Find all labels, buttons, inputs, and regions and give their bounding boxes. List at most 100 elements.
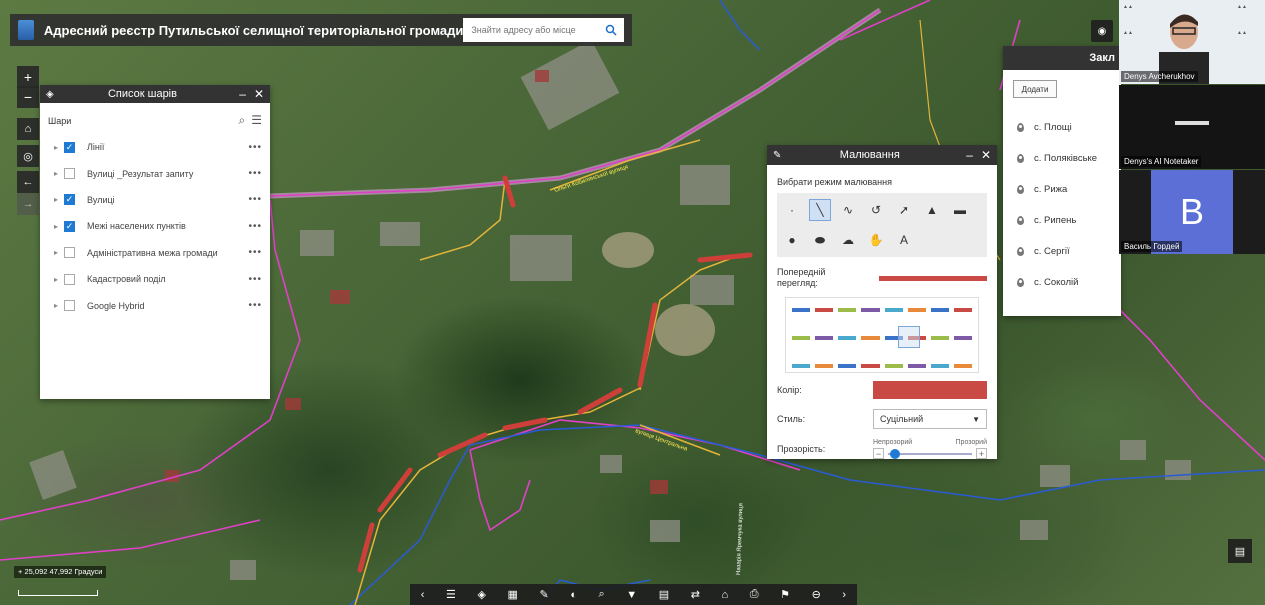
swatch[interactable] <box>792 336 811 340</box>
search-icon[interactable]: ⌕ <box>599 588 605 601</box>
layer-checkbox[interactable] <box>64 273 75 285</box>
triangle-mode-icon[interactable]: ▲ <box>921 199 943 221</box>
freehand-mode-icon[interactable]: ↺ <box>865 199 887 221</box>
layer-checkbox[interactable] <box>64 247 75 259</box>
close-button[interactable]: ✕ <box>981 148 991 162</box>
grid-icon[interactable]: ▦ <box>508 588 518 601</box>
filter-icon[interactable]: ▼ <box>626 589 637 601</box>
layers-icon[interactable]: ◈ <box>477 588 485 601</box>
list-icon[interactable]: ☰ <box>446 588 456 601</box>
drawing-header[interactable]: ✎ Малювання – ✕ <box>767 145 997 165</box>
swatch[interactable] <box>953 336 972 340</box>
more-options-icon[interactable]: ••• <box>248 142 262 153</box>
locate-button[interactable]: ◎ <box>17 145 39 167</box>
layer-row[interactable]: ▸ Кадастровий поділ ••• <box>40 266 270 292</box>
bookmark-icon[interactable]: ⚑ <box>780 588 790 601</box>
swatch[interactable] <box>930 308 949 312</box>
chevron-left-icon[interactable]: ‹ <box>421 589 425 601</box>
video-tile[interactable]: B Василь Гордей <box>1119 170 1265 254</box>
circle-mode-icon[interactable]: ● <box>781 229 803 251</box>
swatch[interactable] <box>953 364 972 368</box>
chevron-right-icon[interactable]: › <box>842 589 846 601</box>
home-icon[interactable]: ⌂ <box>722 589 729 601</box>
swatch[interactable] <box>838 336 857 340</box>
polyline-mode-icon[interactable]: ∿ <box>837 199 859 221</box>
swatch[interactable] <box>838 308 857 312</box>
swatch[interactable] <box>953 308 972 312</box>
more-options-icon[interactable]: ••• <box>248 247 262 258</box>
add-button[interactable]: Додати <box>1013 80 1057 98</box>
polygon-mode-icon[interactable]: ☁ <box>837 229 859 251</box>
palette-icon[interactable]: ◐ <box>570 589 577 601</box>
video-tile[interactable]: Denys's AI Notetaker <box>1119 85 1265 169</box>
more-options-icon[interactable]: ••• <box>248 274 262 285</box>
swatch[interactable] <box>792 308 811 312</box>
search-icon[interactable]: ⌕ <box>239 113 246 128</box>
layer-checkbox[interactable]: ✓ <box>64 220 75 232</box>
swatch[interactable] <box>838 364 857 368</box>
document-icon[interactable]: ▤ <box>659 588 669 601</box>
layer-checkbox[interactable] <box>64 300 75 312</box>
line-style-swatches[interactable] <box>785 297 979 373</box>
pencil-icon[interactable]: ✎ <box>540 588 549 601</box>
search-button[interactable] <box>598 18 624 42</box>
print-icon[interactable]: ⎙ <box>750 588 759 601</box>
swatch[interactable] <box>815 336 834 340</box>
ellipse-mode-icon[interactable]: ⬬ <box>809 229 831 251</box>
swatch[interactable] <box>815 308 834 312</box>
style-select[interactable]: Суцільний ▼ <box>873 409 987 429</box>
layer-row[interactable]: ▸ ✓ Вулиці ••• <box>40 187 270 213</box>
zoom-out-button[interactable]: − <box>17 86 39 108</box>
minimize-button[interactable]: – <box>966 148 973 162</box>
layer-list-header[interactable]: ◈ Список шарів – ✕ <box>40 85 270 103</box>
layer-row[interactable]: ▸ ✓ Межі населених пунктів ••• <box>40 213 270 239</box>
filter-list-icon[interactable]: ☰ <box>251 113 262 128</box>
freehand-polygon-mode-icon[interactable]: ✋ <box>865 229 887 251</box>
expand-icon[interactable]: ▸ <box>54 169 64 178</box>
settlement-item[interactable]: с. Соколій <box>1003 267 1121 298</box>
swatch[interactable] <box>930 336 949 340</box>
settlement-item[interactable]: с. Поляківське <box>1003 143 1121 174</box>
arrow-mode-icon[interactable]: ➚ <box>893 199 915 221</box>
expand-icon[interactable]: ▸ <box>54 195 64 204</box>
search-input[interactable] <box>463 18 598 42</box>
visibility-toggle-button[interactable]: ◉ <box>1091 20 1113 42</box>
expand-icon[interactable]: ▸ <box>54 301 64 310</box>
layer-checkbox[interactable]: ✓ <box>64 194 75 206</box>
basemap-toggle-button[interactable]: ▤ <box>1228 539 1252 563</box>
color-picker[interactable] <box>873 381 987 399</box>
swatch[interactable] <box>884 308 903 312</box>
expand-icon[interactable]: ▸ <box>54 222 64 231</box>
minimize-button[interactable]: – <box>239 87 246 101</box>
line-mode-icon[interactable]: ╲ <box>809 199 831 221</box>
minus-circle-icon[interactable]: ⊖ <box>812 588 821 601</box>
zoom-in-button[interactable]: + <box>17 66 39 88</box>
rectangle-mode-icon[interactable]: ▬ <box>949 199 971 221</box>
layer-checkbox[interactable]: ✓ <box>64 141 75 153</box>
opacity-increase-button[interactable]: + <box>976 448 987 459</box>
more-options-icon[interactable]: ••• <box>248 221 262 232</box>
swatch[interactable] <box>861 336 880 340</box>
expand-icon[interactable]: ▸ <box>54 143 64 152</box>
back-button[interactable]: ← <box>17 171 39 193</box>
swatch[interactable] <box>815 364 834 368</box>
close-button[interactable]: ✕ <box>254 87 264 101</box>
text-mode-icon[interactable]: A <box>893 229 915 251</box>
layer-row[interactable]: ▸ Адміністративна межа громади ••• <box>40 240 270 266</box>
swatch[interactable] <box>930 364 949 368</box>
layer-row[interactable]: ▸ Google Hybrid ••• <box>40 292 270 318</box>
settlement-item[interactable]: с. Сергії <box>1003 236 1121 267</box>
swatch[interactable] <box>907 364 926 368</box>
more-options-icon[interactable]: ••• <box>248 194 262 205</box>
home-button[interactable]: ⌂ <box>17 118 39 140</box>
point-mode-icon[interactable]: · <box>781 199 803 221</box>
more-options-icon[interactable]: ••• <box>248 300 262 311</box>
settlement-item[interactable]: с. Рижа <box>1003 174 1121 205</box>
swatch[interactable] <box>792 364 811 368</box>
layer-checkbox[interactable] <box>64 168 75 180</box>
expand-icon[interactable]: ▸ <box>54 248 64 257</box>
more-options-icon[interactable]: ••• <box>248 168 262 179</box>
opacity-slider[interactable] <box>888 448 972 459</box>
opacity-decrease-button[interactable]: − <box>873 448 884 459</box>
swap-icon[interactable]: ⇄ <box>691 588 700 601</box>
